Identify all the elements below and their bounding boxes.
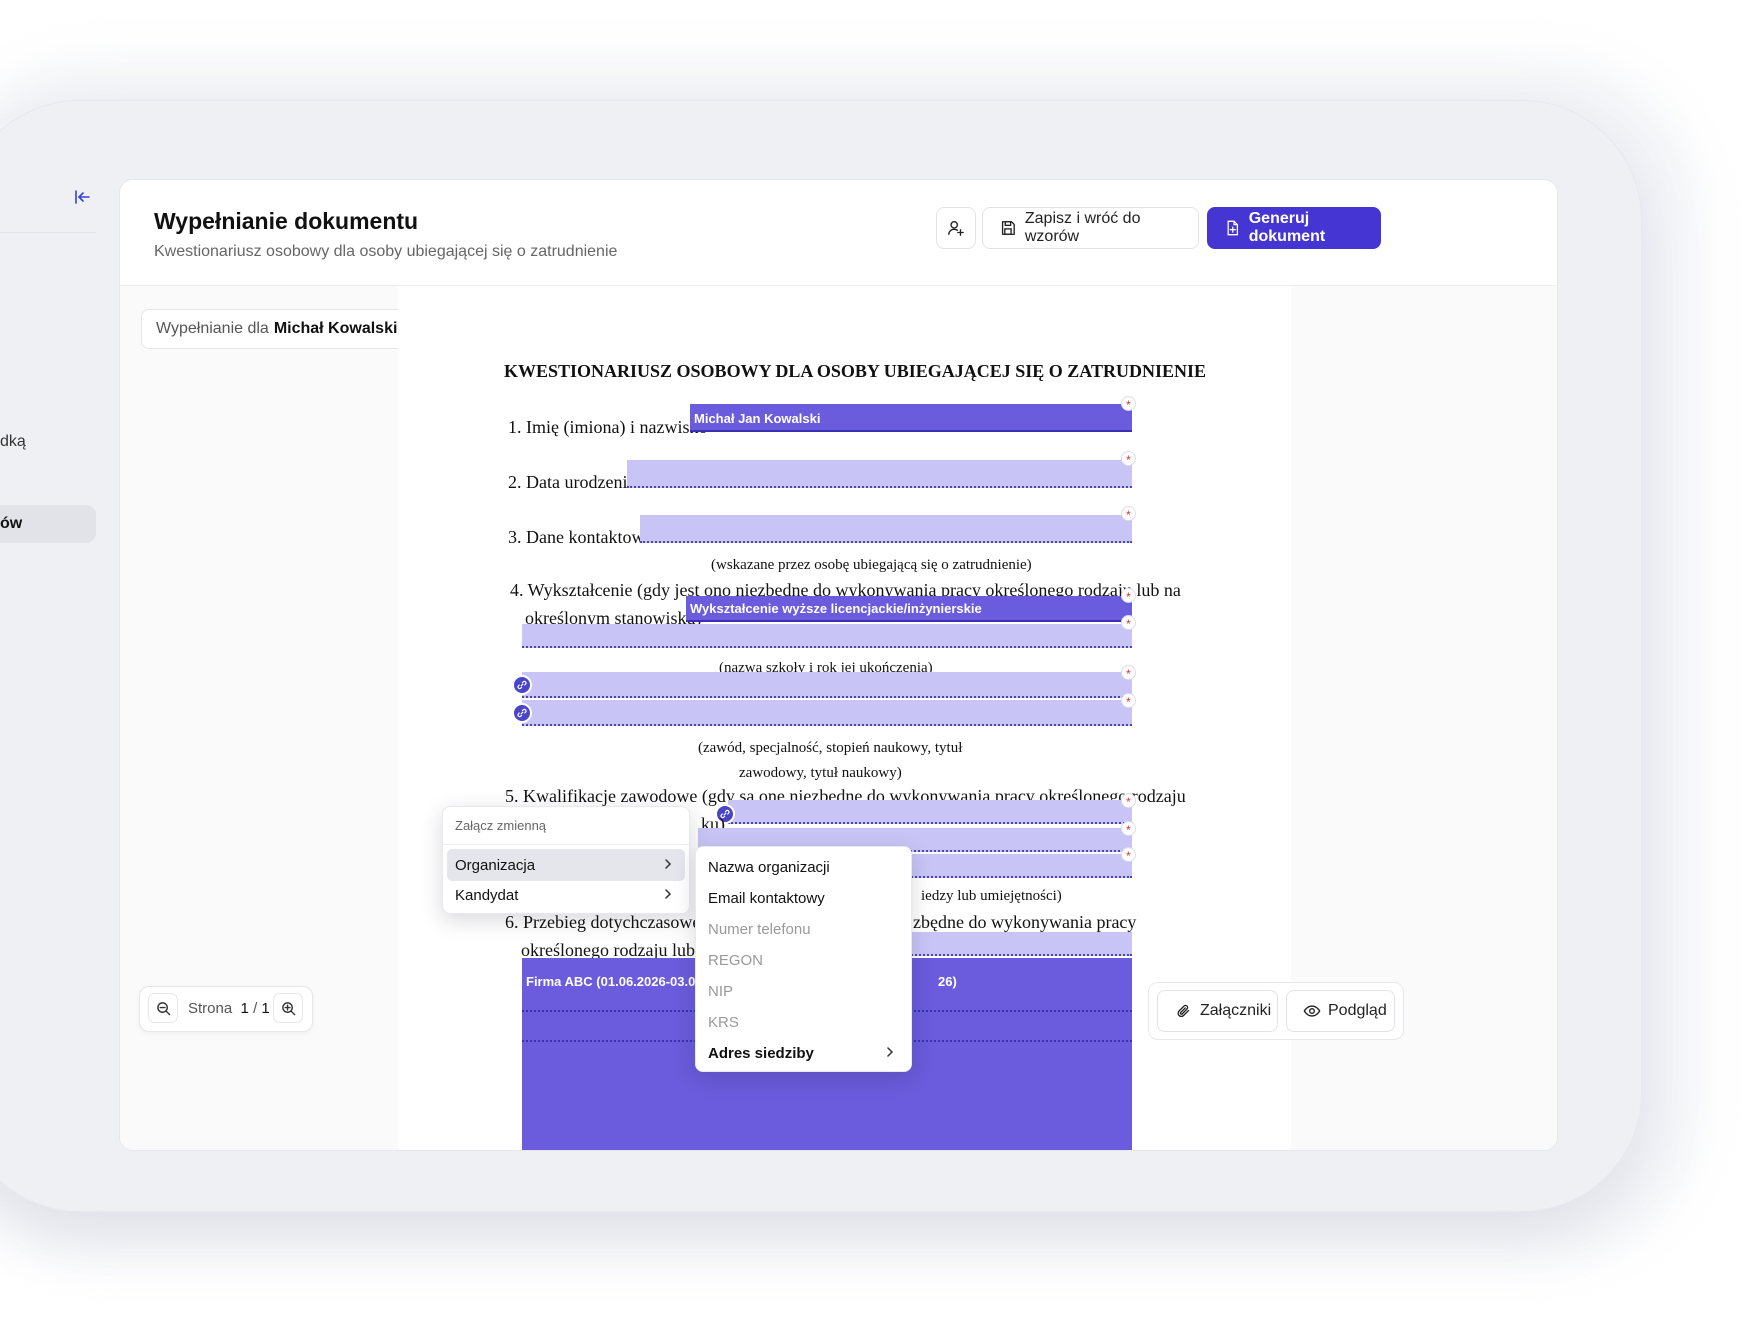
submenu-item-krs[interactable]: KRS <box>700 1006 907 1038</box>
submenu-item-email[interactable]: Email kontaktowy <box>700 882 907 914</box>
user-plus-icon <box>948 221 964 236</box>
note-qualifications: iedzy lub umiejętności) <box>921 888 1062 904</box>
required-marker: * <box>1121 588 1136 604</box>
field-qualifications-1[interactable] <box>728 800 1132 824</box>
attachments-label: Załączniki <box>1200 1002 1272 1019</box>
required-marker: * <box>1121 396 1136 412</box>
sidebar-item-active[interactable]: ów <box>0 505 96 543</box>
eye-icon <box>1303 1005 1321 1017</box>
chevron-right-icon <box>665 889 672 899</box>
field-school[interactable] <box>522 672 1132 698</box>
required-marker: * <box>1121 693 1136 709</box>
field-work-history-header[interactable] <box>908 932 1132 956</box>
required-marker: * <box>1121 506 1136 522</box>
menu-item-label: Kandydat <box>455 886 519 904</box>
page-separator: / <box>253 1000 258 1017</box>
chevron-right-icon <box>665 859 672 869</box>
sidebar-item-label[interactable]: dką <box>0 433 26 451</box>
question-2: 2. Data urodzenia <box>508 472 636 492</box>
menu-item-organizacja[interactable]: Organizacja <box>447 849 685 881</box>
attachments-button[interactable]: Załączniki <box>1157 990 1278 1032</box>
page-indicator: Strona 1 / 1 <box>188 1000 270 1017</box>
generate-document-label: Generuj dokument <box>1248 210 1326 245</box>
required-marker: * <box>1121 665 1136 681</box>
field-contact-details[interactable] <box>640 515 1132 543</box>
required-marker: * <box>1121 793 1136 809</box>
field-education-extra[interactable] <box>522 624 1132 648</box>
field-full-name[interactable]: Michał Jan Kowalski <box>690 404 1132 432</box>
sidebar: dką ów <box>0 165 110 1163</box>
required-marker: * <box>1121 821 1136 837</box>
link-icon[interactable] <box>512 675 532 695</box>
page-current: 1 <box>240 1000 249 1017</box>
preview-label: Podgląd <box>1328 1002 1387 1019</box>
zoom-out-button[interactable] <box>148 993 178 1023</box>
bottom-actions: Załączniki Podgląd <box>1148 982 1404 1040</box>
document-title: KWESTIONARIUSZ OSOBOWY DLA OSOBY UBIEGAJ… <box>504 361 1206 381</box>
sidebar-item-label: ów <box>0 515 23 532</box>
question-6-line-1-end: zbędne do wykonywania pracy <box>913 912 1137 932</box>
zoom-in-button[interactable] <box>273 993 303 1023</box>
preview-button[interactable]: Podgląd <box>1286 990 1395 1032</box>
submenu-item-org-name[interactable]: Nazwa organizacji <box>700 851 907 883</box>
fill-for-prefix: Wypełnianie dla <box>156 320 269 337</box>
save-icon <box>1001 221 1015 235</box>
required-marker: * <box>1121 451 1136 467</box>
attach-variable-menu: Załącz zmienną Organizacja Kandydat <box>442 806 690 914</box>
organization-submenu: Nazwa organizacji Email kontaktowy Numer… <box>695 846 912 1072</box>
page-header: Wypełnianie dokumentu Kwestionariusz oso… <box>120 180 1557 286</box>
page-total: 1 <box>261 1000 270 1017</box>
main-panel: Wypełnianie dokumentu Kwestionariusz oso… <box>119 179 1558 1151</box>
note-profession-2: zawodowy, tytuł naukowy) <box>739 765 902 781</box>
sidebar-divider <box>0 232 96 233</box>
save-and-return-label: Zapisz i wróć do wzorów <box>1024 210 1141 245</box>
field-birth-date[interactable] <box>627 460 1132 488</box>
app-screen: dką ów Wypełnianie dokumentu Kwestionari… <box>0 165 1584 1163</box>
page-subtitle: Kwestionariusz osobowy dla osoby ubiegaj… <box>154 243 618 260</box>
page-navigator: Strona 1 / 1 <box>139 986 313 1032</box>
chevron-right-icon <box>887 1047 894 1057</box>
submenu-item-address[interactable]: Adres siedziby <box>700 1037 907 1069</box>
zoom-in-icon <box>281 1001 295 1015</box>
field-qualifications-3[interactable] <box>908 854 1132 878</box>
note-profession-1: (zawód, specjalność, stopień naukowy, ty… <box>698 740 963 756</box>
submenu-item-phone[interactable]: Numer telefonu <box>700 913 907 945</box>
required-marker: * <box>1121 847 1136 863</box>
submenu-item-nip[interactable]: NIP <box>700 975 907 1007</box>
page-title: Wypełnianie dokumentu <box>154 208 419 234</box>
work-history-value-start: Firma ABC (01.06.2026-03.07.20 <box>526 974 721 989</box>
question-1: 1. Imię (imiona) i nazwisko <box>508 417 708 437</box>
work-history-value-end: 26) <box>938 974 957 989</box>
attach-variable-header: Załącz zmienną <box>443 807 689 845</box>
menu-item-label: Adres siedziby <box>708 1044 814 1062</box>
menu-item-kandydat[interactable]: Kandydat <box>447 879 685 911</box>
submenu-item-regon[interactable]: REGON <box>700 944 907 976</box>
field-profession[interactable] <box>522 700 1132 726</box>
question-6-line-1-start: 6. Przebieg dotychczasowego <box>505 912 719 932</box>
field-education[interactable]: Wykształcenie wyższe licencjackie/inżyni… <box>686 596 1132 622</box>
assign-user-button[interactable] <box>936 207 976 249</box>
generate-document-button[interactable]: Generuj dokument <box>1207 207 1381 249</box>
note-contact: (wskazane przez osobę ubiegającą się o z… <box>711 557 1032 573</box>
save-and-return-button[interactable]: Zapisz i wróć do wzorów <box>982 207 1199 249</box>
paperclip-icon <box>1177 1004 1190 1018</box>
link-icon[interactable] <box>512 703 532 723</box>
required-marker: * <box>1121 615 1136 631</box>
page-label: Strona <box>188 1000 233 1017</box>
menu-item-label: Organizacja <box>455 856 536 874</box>
question-3: 3. Dane kontaktowe <box>508 527 653 547</box>
collapse-sidebar-icon[interactable] <box>72 187 92 207</box>
editor-area: Wypełnianie dla Michał Kowalski (Kandyda… <box>120 286 1557 1150</box>
file-plus-icon <box>1227 220 1239 236</box>
zoom-out-icon <box>156 1001 170 1015</box>
